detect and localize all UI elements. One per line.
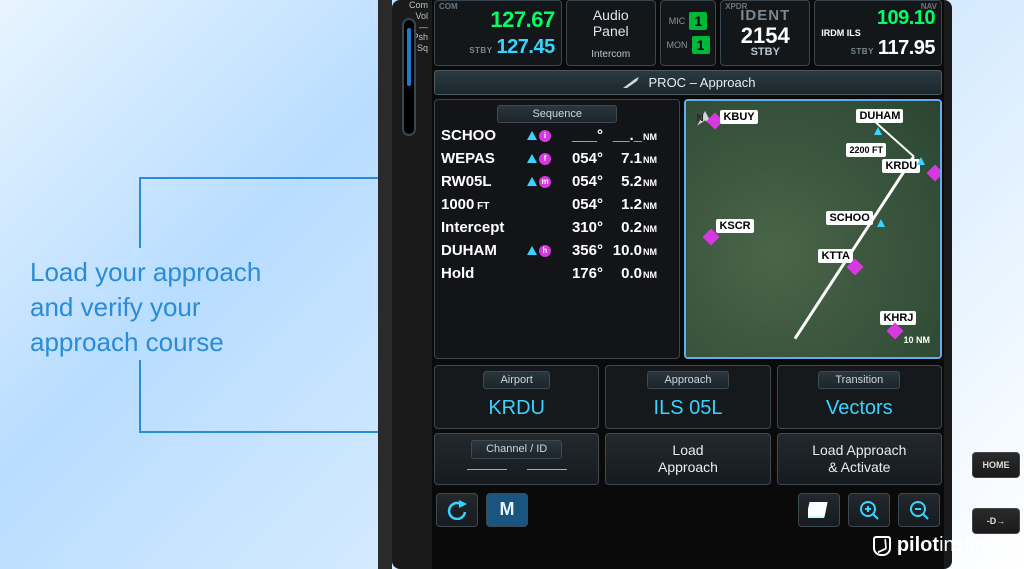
sequence-item[interactable]: RW05Lm054°5.2NM bbox=[441, 173, 673, 190]
mon-selection: 1 bbox=[692, 36, 710, 54]
approach-value: ILS 05L bbox=[612, 397, 763, 420]
approach-icon bbox=[621, 76, 641, 90]
sequence-panel[interactable]: Sequence SCHOOi___°__._NM WEPASf054°7.1NM… bbox=[434, 99, 680, 359]
xpdr-box[interactable]: XPDR IDENT 2154 STBY bbox=[720, 0, 810, 66]
airport-value: KRDU bbox=[441, 397, 592, 420]
page-title-bar: PROC – Approach bbox=[434, 70, 942, 95]
map-m-icon[interactable]: M bbox=[486, 493, 528, 527]
nav-active-freq: 109.10 bbox=[877, 8, 935, 28]
sequence-item[interactable]: WEPASf054°7.1NM bbox=[441, 150, 673, 167]
zoom-out-icon[interactable] bbox=[898, 493, 940, 527]
fix-type-icon: i bbox=[539, 130, 551, 142]
mfd-screen: COM 127.67 STBY 127.45 Audio Panel Inter… bbox=[432, 0, 944, 569]
home-button[interactable]: HOME bbox=[972, 452, 1020, 478]
map-wp-kscr bbox=[702, 231, 720, 247]
mic-selection: 1 bbox=[689, 12, 707, 30]
shield-icon bbox=[873, 536, 891, 556]
transition-selector[interactable]: Transition Vectors bbox=[777, 365, 942, 429]
flyover-icon bbox=[527, 131, 537, 140]
sequence-item[interactable]: DUHAMh356°10.0NM bbox=[441, 242, 673, 259]
map-wp-schoo bbox=[874, 217, 888, 231]
top-status-row: COM 127.67 STBY 127.45 Audio Panel Inter… bbox=[432, 0, 944, 66]
chart-icon[interactable] bbox=[798, 493, 840, 527]
com-active-freq: 127.67 bbox=[490, 9, 554, 31]
sequence-item[interactable]: Intercept310°0.2NM bbox=[441, 219, 673, 236]
nav-freq-box[interactable]: NAV 109.10 IRDM ILS STBY 117.95 bbox=[814, 0, 942, 66]
nav-standby-freq: 117.95 bbox=[878, 38, 935, 58]
flyover-icon bbox=[527, 246, 537, 255]
fix-type-icon: h bbox=[539, 245, 551, 257]
bottom-icon-bar: M bbox=[432, 489, 944, 527]
map-wp-ktta bbox=[846, 261, 864, 277]
load-activate-button[interactable]: Load Approach & Activate bbox=[777, 433, 942, 485]
map-wp-duham bbox=[871, 125, 885, 139]
fix-type-icon: f bbox=[539, 153, 551, 165]
zoom-in-icon[interactable] bbox=[848, 493, 890, 527]
sequence-item[interactable]: SCHOOi___°__._NM bbox=[441, 127, 673, 144]
xpdr-code: 2154 bbox=[741, 25, 790, 47]
map-alt-tag: 2200 FT bbox=[846, 143, 886, 157]
channel-id-field[interactable]: Channel / ID bbox=[434, 433, 599, 485]
load-approach-button[interactable]: Load Approach bbox=[605, 433, 770, 485]
mic-mon-box[interactable]: MIC 1 MON 1 bbox=[660, 0, 716, 66]
airport-selector[interactable]: Airport KRDU bbox=[434, 365, 599, 429]
direct-to-button[interactable]: -D→ bbox=[972, 508, 1020, 534]
annotation-text: Load your approach and verify your appro… bbox=[30, 255, 310, 360]
fix-type-icon: m bbox=[539, 176, 551, 188]
flyover-icon bbox=[527, 177, 537, 186]
flyover-icon bbox=[527, 154, 537, 163]
volume-knob[interactable] bbox=[402, 18, 416, 136]
transition-value: Vectors bbox=[784, 397, 935, 420]
com-standby-freq: 127.45 bbox=[497, 37, 555, 57]
sequence-header: Sequence bbox=[497, 105, 617, 123]
sequence-item[interactable]: 1000 FT054°1.2NM bbox=[441, 196, 673, 213]
sequence-item[interactable]: Hold176°0.0NM bbox=[441, 265, 673, 282]
approach-selector[interactable]: Approach ILS 05L bbox=[605, 365, 770, 429]
map-scale-label: 10 NM bbox=[903, 335, 930, 345]
back-arrow-icon[interactable] bbox=[436, 493, 478, 527]
map-wp-khrj bbox=[886, 325, 904, 341]
map-panel[interactable]: N KBUY DUHAM 2200 FT KRDU SCHOO KSCR KTT… bbox=[684, 99, 942, 359]
com-freq-box[interactable]: COM 127.67 STBY 127.45 bbox=[434, 0, 562, 66]
brand-logo: pilotinstitute bbox=[873, 534, 1008, 557]
audio-panel-button[interactable]: Audio Panel Intercom bbox=[566, 0, 656, 66]
avionics-device: Com Vol — Psh Sq COM 127.67 STBY 127.45 … bbox=[392, 0, 952, 569]
